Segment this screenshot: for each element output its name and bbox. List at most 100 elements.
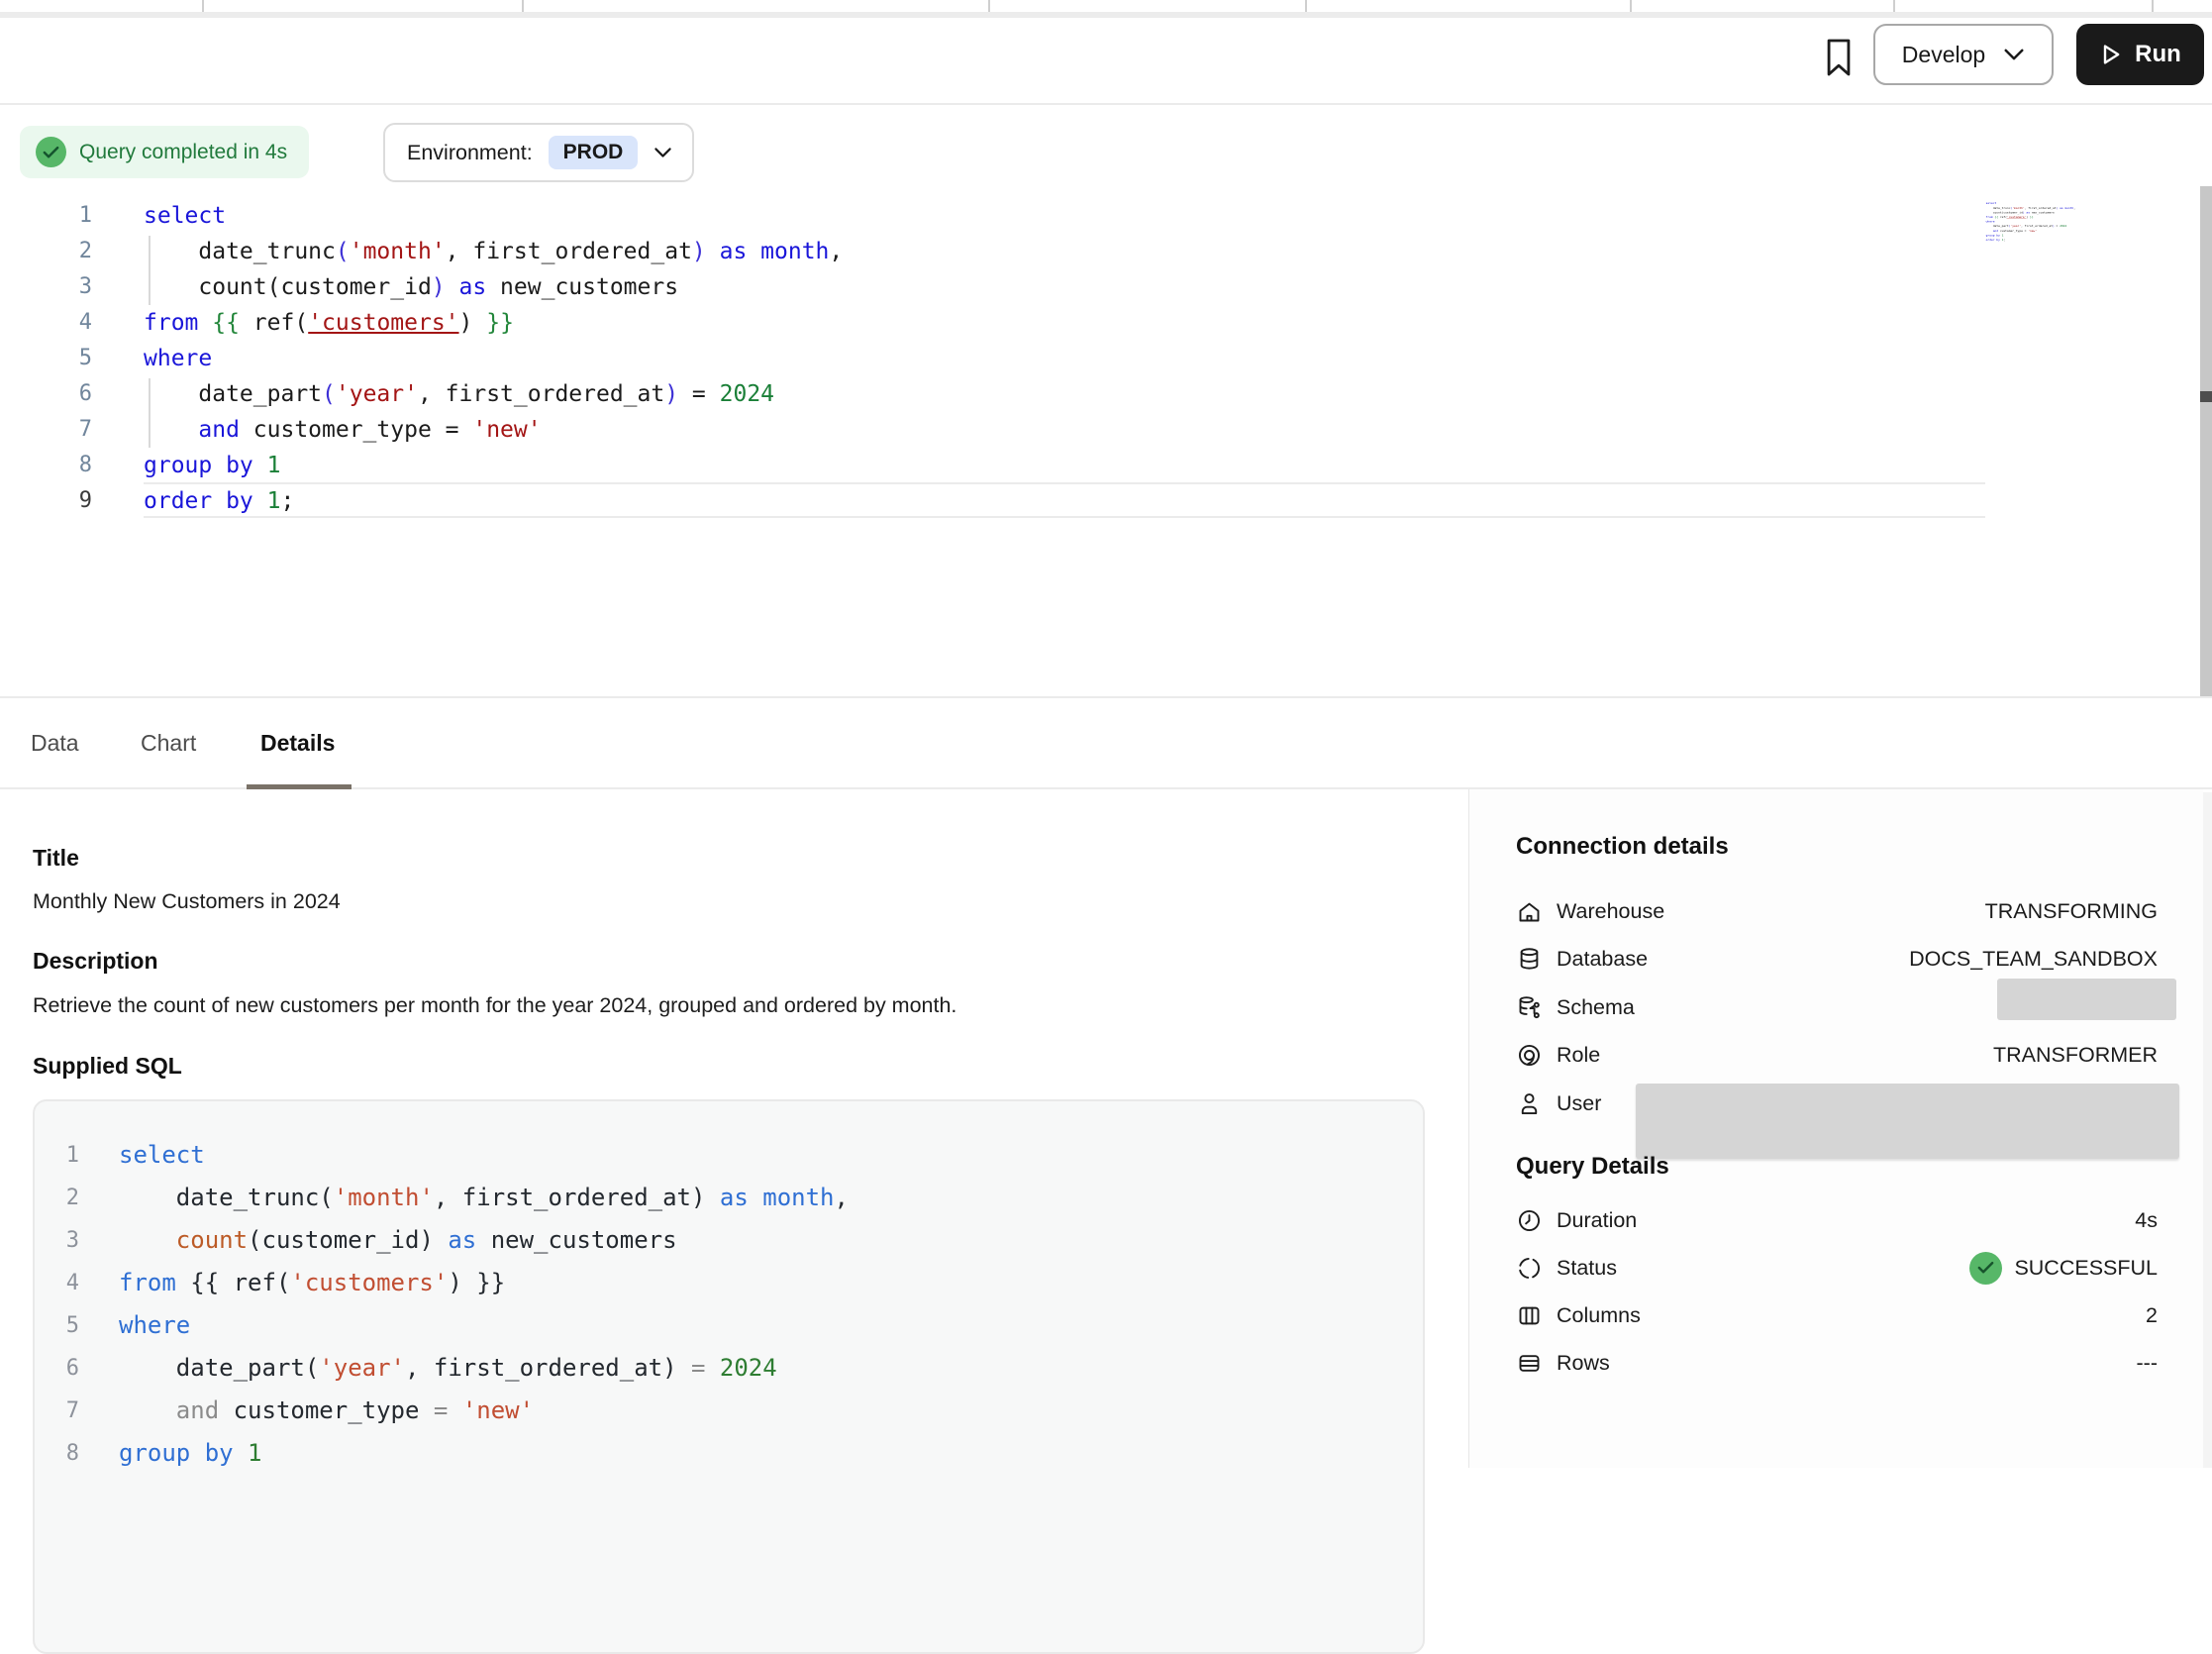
editor-minimap[interactable]: select date_trunc('month', first_ordered… (1979, 201, 2093, 295)
environment-chip: PROD (549, 136, 639, 169)
query-status-text: Query completed in 4s (79, 141, 287, 164)
code-line: 7 and customer_type = 'new' (35, 1390, 1423, 1432)
code-line: 4from {{ ref('customers') }} (35, 1262, 1423, 1304)
line-number: 8 (35, 1432, 79, 1475)
query-details-heading: Query Details (1516, 1153, 1669, 1181)
chevron-down-icon (654, 147, 672, 158)
tab-chart[interactable]: Chart (141, 730, 196, 757)
code-line: 8group by 1 (35, 1432, 1423, 1475)
tab-details[interactable]: Details (260, 730, 335, 757)
play-icon (2099, 43, 2123, 66)
detail-row-duration: Duration4s (1516, 1198, 2158, 1242)
connection-details-heading: Connection details (1516, 833, 1729, 861)
tab-divider (988, 0, 990, 12)
line-number: 8 (0, 448, 92, 483)
line-number: 2 (0, 234, 92, 269)
detail-row-rows: Rows --- (1516, 1341, 2158, 1385)
row-value: --- (2137, 1351, 2158, 1376)
query-status-pill: Query completed in 4s (20, 126, 309, 178)
toolbar: Develop Run (0, 18, 2212, 105)
code-line: order by 1; (1979, 238, 2093, 243)
active-line-highlight (144, 482, 1985, 518)
supplied-sql-heading: Supplied SQL (33, 1053, 182, 1080)
page-scrollbar-track[interactable] (2202, 792, 2212, 1468)
code-line: 5where (35, 1304, 1423, 1347)
supplied-sql-box: 1select2 date_trunc('month', first_order… (33, 1099, 1425, 1654)
warehouse-icon (1516, 898, 1543, 925)
line-number: 5 (0, 341, 92, 376)
description-value: Retrieve the count of new customers per … (33, 993, 956, 1018)
code-line: 7 and customer_type = 'new' (0, 412, 2200, 448)
success-check-icon (1969, 1252, 2002, 1285)
schema-icon (1516, 994, 1543, 1021)
title-value: Monthly New Customers in 2024 (33, 889, 341, 914)
code-line: 6 date_part('year', first_ordered_at) = … (0, 376, 2200, 412)
code-line: 8group by 1 (0, 448, 2200, 483)
connection-panel: Connection details Warehouse TRANSFORMING… (1468, 789, 2203, 1468)
develop-dropdown[interactable]: Develop (1873, 24, 2054, 85)
minimap-lines: select date_trunc('month', first_ordered… (1979, 201, 2093, 242)
line-number: 7 (0, 412, 92, 448)
develop-label: Develop (1902, 42, 1985, 68)
line-number: 4 (0, 305, 92, 341)
bookmark-icon[interactable] (1817, 30, 1860, 85)
code-line: 4from {{ ref('customers') }} (0, 305, 2200, 341)
row-value: DOCS_TEAM_SANDBOX (1909, 947, 2158, 972)
editor-lines: 1select2 date_trunc('month', first_order… (0, 198, 2200, 519)
detail-row-status: Status SUCCESSFUL (1516, 1246, 2158, 1290)
result-tab-bar: Data Chart Details (0, 696, 2212, 789)
sql-editor[interactable]: 1select2 date_trunc('month', first_order… (0, 198, 2200, 693)
description-heading: Description (33, 948, 158, 975)
row-value: TRANSFORMING (1985, 899, 2158, 924)
check-circle-icon (36, 137, 66, 167)
tab-divider (1305, 0, 1307, 12)
run-label: Run (2135, 41, 2181, 68)
line-number: 2 (35, 1177, 79, 1219)
line-number: 6 (0, 376, 92, 412)
duration-icon (1516, 1207, 1543, 1234)
row-label: Role (1557, 1043, 1600, 1068)
tab-divider (1893, 0, 1895, 12)
detail-row-columns: Columns2 (1516, 1293, 2158, 1337)
row-label: User (1557, 1091, 1601, 1116)
environment-label: Environment: (407, 141, 533, 165)
row-label: Schema (1557, 995, 1635, 1020)
row-value: TRANSFORMER (1993, 1043, 2158, 1068)
code-line: 1select (0, 198, 2200, 234)
scrollbar-thumb[interactable] (2200, 391, 2212, 402)
line-number: 6 (35, 1347, 79, 1390)
row-label: Rows (1557, 1351, 1610, 1376)
code-line: 3 count(customer_id) as new_customers (35, 1219, 1423, 1262)
title-heading: Title (33, 845, 79, 872)
columns-icon (1516, 1302, 1543, 1329)
user-icon (1516, 1090, 1543, 1117)
code-line: 6 date_part('year', first_ordered_at) = … (35, 1347, 1423, 1390)
run-button[interactable]: Run (2076, 24, 2204, 85)
role-icon (1516, 1042, 1543, 1069)
tab-divider (522, 0, 524, 12)
editor-scrollbar[interactable] (2200, 186, 2212, 738)
code-line: 3 count(customer_id) as new_customers (0, 269, 2200, 305)
row-label: Warehouse (1557, 899, 1664, 924)
row-label: Columns (1557, 1303, 1641, 1328)
code-line: 5where (0, 341, 2200, 376)
line-number: 3 (0, 269, 92, 305)
tab-divider (2152, 0, 2154, 12)
detail-row-database: Database DOCS_TEAM_SANDBOX (1516, 938, 2158, 982)
environment-dropdown[interactable]: Environment: PROD (383, 123, 694, 182)
code-line: 1select (35, 1134, 1423, 1177)
detail-row-warehouse: Warehouse TRANSFORMING (1516, 889, 2158, 933)
row-value: SUCCESSFUL (1969, 1252, 2158, 1285)
detail-row-role: Role TRANSFORMER (1516, 1034, 2158, 1078)
line-number: 9 (0, 483, 92, 519)
tab-divider (1630, 0, 1632, 12)
line-number: 7 (35, 1390, 79, 1432)
code-line: 2 date_trunc('month', first_ordered_at) … (35, 1177, 1423, 1219)
code-line: 2 date_trunc('month', first_ordered_at) … (0, 234, 2200, 269)
tab-data[interactable]: Data (31, 730, 79, 757)
row-label: Status (1557, 1256, 1617, 1281)
line-number: 5 (35, 1304, 79, 1347)
supplied-sql-lines: 1select2 date_trunc('month', first_order… (35, 1134, 1423, 1475)
row-label: Database (1557, 947, 1648, 972)
line-number: 1 (0, 198, 92, 234)
